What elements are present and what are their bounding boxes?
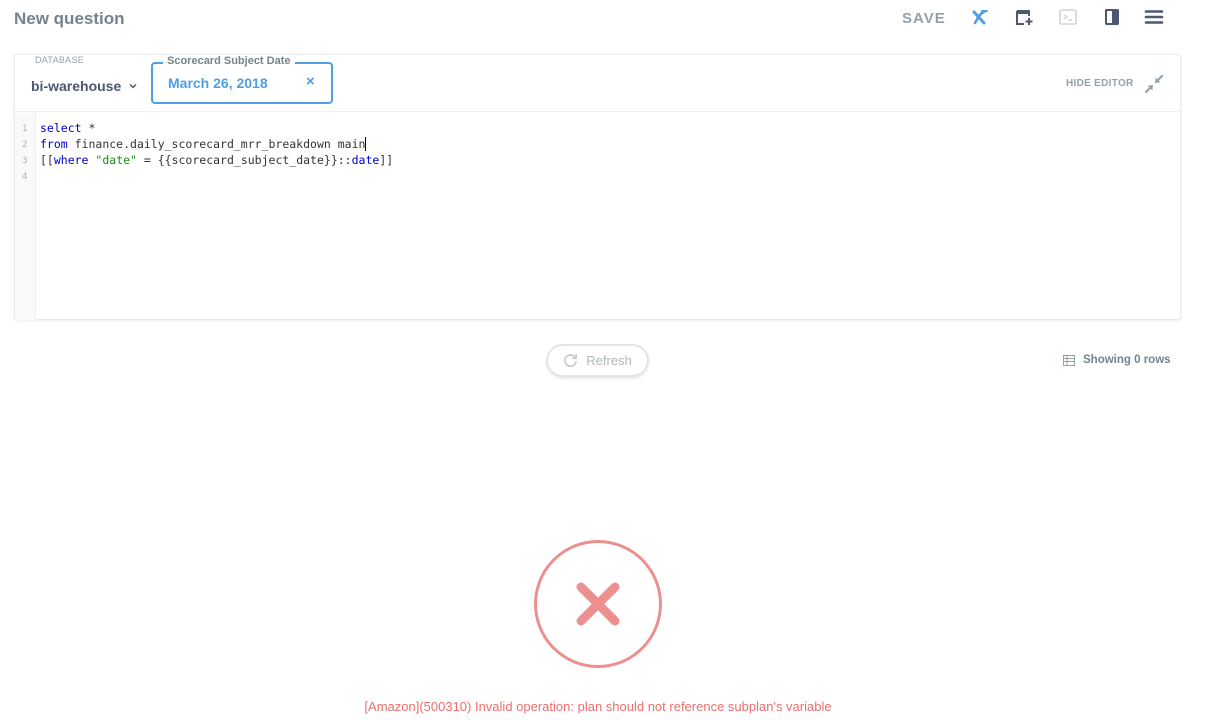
sql-string: "date" [95, 153, 137, 167]
sql-keyword: from [40, 137, 68, 151]
variables-icon[interactable] [970, 7, 990, 27]
refresh-label: Refresh [586, 353, 632, 368]
sql-type: date [351, 153, 380, 167]
refresh-button[interactable]: Refresh [546, 344, 649, 377]
chevron-down-icon [129, 83, 137, 89]
contract-icon[interactable] [1144, 74, 1164, 94]
line-number: 1 [22, 124, 28, 134]
row-count-indicator: Showing 0 rows [1063, 352, 1171, 368]
menu-icon[interactable] [1144, 7, 1164, 27]
save-button[interactable]: SAVE [902, 10, 946, 27]
sql-text: = {{scorecard_subject_date}}:: [136, 153, 352, 167]
add-to-dashboard-icon[interactable] [1014, 7, 1034, 27]
snippet-icon[interactable] [1058, 7, 1078, 27]
data-reference-icon[interactable] [1102, 7, 1122, 27]
page-title: New question [14, 9, 125, 28]
header-bar: New question SAVE [0, 0, 1217, 40]
clear-parameter-icon[interactable]: × [306, 73, 315, 90]
optional-clause-close: ]] [379, 153, 394, 167]
code-line-1: select * [40, 121, 95, 135]
scorecard-subject-date-widget[interactable]: Scorecard Subject Date March 26, 2018 × [151, 55, 333, 104]
parameter-label: Scorecard Subject Date [163, 55, 295, 67]
hide-editor-button[interactable]: HIDE EDITOR [1066, 78, 1134, 89]
error-message: [Amazon](500310) Invalid operation: plan… [364, 699, 832, 714]
sql-keyword: where [53, 153, 89, 167]
database-name: bi-warehouse [31, 78, 122, 94]
row-count-text: Showing 0 rows [1083, 354, 1171, 366]
editor-toolbar: DATABASE bi-warehouse Scorecard Subject … [15, 55, 1180, 112]
database-selector[interactable]: bi-warehouse [31, 75, 138, 97]
code-line-3: [[where "date" = {{scorecard_subject_dat… [40, 153, 393, 167]
database-label: DATABASE [35, 55, 85, 65]
code-line-2: from finance.daily_scorecard_mrr_breakdo… [40, 137, 367, 151]
sql-text: * [81, 121, 96, 135]
sql-code-editor[interactable]: 1 2 3 4 select * from finance.daily_scor… [15, 113, 1180, 320]
sql-text: finance.daily_scorecard_mrr_breakdown ma… [67, 137, 366, 151]
close-icon [576, 582, 620, 626]
query-editor-panel: DATABASE bi-warehouse Scorecard Subject … [14, 54, 1181, 320]
refresh-icon [564, 353, 578, 368]
optional-clause-open: [[ [40, 153, 54, 167]
text-cursor [365, 137, 367, 151]
line-number: 2 [22, 140, 28, 150]
error-indicator [534, 540, 662, 668]
line-number: 4 [22, 172, 28, 182]
line-number: 3 [22, 156, 28, 166]
parameter-value: March 26, 2018 [168, 75, 268, 91]
line-number-gutter: 1 2 3 4 [15, 113, 36, 320]
sql-keyword: select [40, 121, 82, 135]
table-icon [1063, 354, 1075, 366]
